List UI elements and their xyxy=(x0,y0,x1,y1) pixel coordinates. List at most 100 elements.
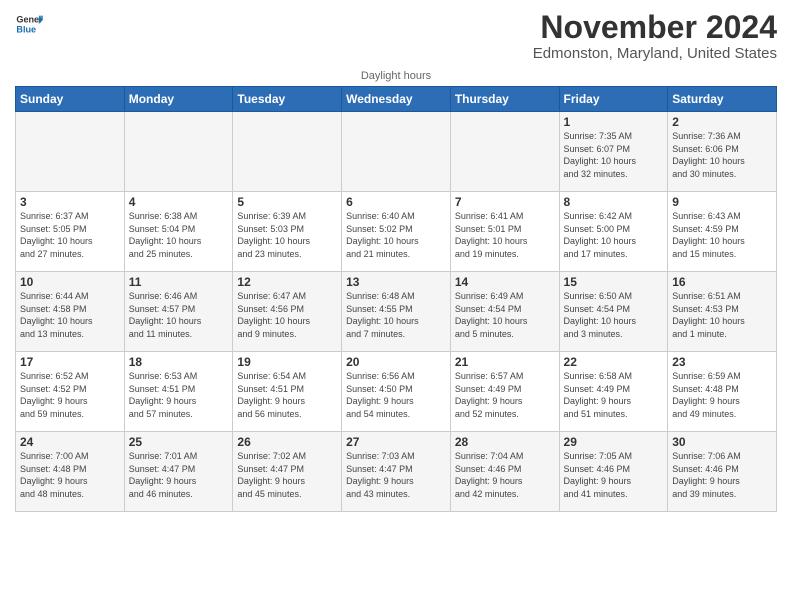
day-info: Sunrise: 6:56 AM Sunset: 4:50 PM Dayligh… xyxy=(346,370,446,420)
logo: General Blue xyxy=(15,10,43,38)
day-info: Sunrise: 6:43 AM Sunset: 4:59 PM Dayligh… xyxy=(672,210,772,260)
calendar-cell: 4Sunrise: 6:38 AM Sunset: 5:04 PM Daylig… xyxy=(124,192,233,272)
day-info: Sunrise: 6:39 AM Sunset: 5:03 PM Dayligh… xyxy=(237,210,337,260)
calendar-cell: 17Sunrise: 6:52 AM Sunset: 4:52 PM Dayli… xyxy=(16,352,125,432)
calendar-cell: 12Sunrise: 6:47 AM Sunset: 4:56 PM Dayli… xyxy=(233,272,342,352)
day-number: 25 xyxy=(129,435,229,449)
day-info: Sunrise: 6:48 AM Sunset: 4:55 PM Dayligh… xyxy=(346,290,446,340)
calendar-week-2: 10Sunrise: 6:44 AM Sunset: 4:58 PM Dayli… xyxy=(16,272,777,352)
day-info: Sunrise: 7:06 AM Sunset: 4:46 PM Dayligh… xyxy=(672,450,772,500)
day-info: Sunrise: 7:02 AM Sunset: 4:47 PM Dayligh… xyxy=(237,450,337,500)
day-number: 20 xyxy=(346,355,446,369)
day-number: 18 xyxy=(129,355,229,369)
day-number: 8 xyxy=(564,195,664,209)
calendar-cell xyxy=(233,112,342,192)
calendar-cell: 13Sunrise: 6:48 AM Sunset: 4:55 PM Dayli… xyxy=(342,272,451,352)
day-info: Sunrise: 6:53 AM Sunset: 4:51 PM Dayligh… xyxy=(129,370,229,420)
calendar-week-0: 1Sunrise: 7:35 AM Sunset: 6:07 PM Daylig… xyxy=(16,112,777,192)
day-info: Sunrise: 7:05 AM Sunset: 4:46 PM Dayligh… xyxy=(564,450,664,500)
day-info: Sunrise: 7:03 AM Sunset: 4:47 PM Dayligh… xyxy=(346,450,446,500)
calendar-week-1: 3Sunrise: 6:37 AM Sunset: 5:05 PM Daylig… xyxy=(16,192,777,272)
day-number: 19 xyxy=(237,355,337,369)
calendar-cell xyxy=(16,112,125,192)
day-number: 11 xyxy=(129,275,229,289)
calendar-cell: 3Sunrise: 6:37 AM Sunset: 5:05 PM Daylig… xyxy=(16,192,125,272)
calendar-cell: 20Sunrise: 6:56 AM Sunset: 4:50 PM Dayli… xyxy=(342,352,451,432)
day-number: 2 xyxy=(672,115,772,129)
day-info: Sunrise: 7:00 AM Sunset: 4:48 PM Dayligh… xyxy=(20,450,120,500)
calendar-cell: 29Sunrise: 7:05 AM Sunset: 4:46 PM Dayli… xyxy=(559,432,668,512)
day-info: Sunrise: 7:35 AM Sunset: 6:07 PM Dayligh… xyxy=(564,130,664,180)
day-number: 24 xyxy=(20,435,120,449)
day-info: Sunrise: 6:57 AM Sunset: 4:49 PM Dayligh… xyxy=(455,370,555,420)
col-sunday: Sunday xyxy=(16,87,125,112)
calendar-cell: 18Sunrise: 6:53 AM Sunset: 4:51 PM Dayli… xyxy=(124,352,233,432)
calendar-cell: 23Sunrise: 6:59 AM Sunset: 4:48 PM Dayli… xyxy=(668,352,777,432)
calendar-table: Sunday Monday Tuesday Wednesday Thursday… xyxy=(15,86,777,512)
day-info: Sunrise: 6:44 AM Sunset: 4:58 PM Dayligh… xyxy=(20,290,120,340)
day-number: 3 xyxy=(20,195,120,209)
svg-text:Blue: Blue xyxy=(16,24,36,34)
day-number: 22 xyxy=(564,355,664,369)
col-monday: Monday xyxy=(124,87,233,112)
calendar-cell: 2Sunrise: 7:36 AM Sunset: 6:06 PM Daylig… xyxy=(668,112,777,192)
day-number: 23 xyxy=(672,355,772,369)
day-info: Sunrise: 6:52 AM Sunset: 4:52 PM Dayligh… xyxy=(20,370,120,420)
day-info: Sunrise: 7:36 AM Sunset: 6:06 PM Dayligh… xyxy=(672,130,772,180)
day-info: Sunrise: 6:50 AM Sunset: 4:54 PM Dayligh… xyxy=(564,290,664,340)
calendar-cell: 30Sunrise: 7:06 AM Sunset: 4:46 PM Dayli… xyxy=(668,432,777,512)
calendar-week-4: 24Sunrise: 7:00 AM Sunset: 4:48 PM Dayli… xyxy=(16,432,777,512)
calendar-cell: 21Sunrise: 6:57 AM Sunset: 4:49 PM Dayli… xyxy=(450,352,559,432)
day-number: 28 xyxy=(455,435,555,449)
calendar-week-3: 17Sunrise: 6:52 AM Sunset: 4:52 PM Dayli… xyxy=(16,352,777,432)
subtitle: Edmonston, Maryland, United States xyxy=(533,45,777,62)
day-info: Sunrise: 6:42 AM Sunset: 5:00 PM Dayligh… xyxy=(564,210,664,260)
day-info: Sunrise: 6:49 AM Sunset: 4:54 PM Dayligh… xyxy=(455,290,555,340)
daylight-note: Daylight hours xyxy=(15,70,777,82)
calendar-cell: 19Sunrise: 6:54 AM Sunset: 4:51 PM Dayli… xyxy=(233,352,342,432)
day-number: 15 xyxy=(564,275,664,289)
calendar-cell: 28Sunrise: 7:04 AM Sunset: 4:46 PM Dayli… xyxy=(450,432,559,512)
calendar-cell xyxy=(342,112,451,192)
day-number: 9 xyxy=(672,195,772,209)
day-number: 6 xyxy=(346,195,446,209)
calendar-cell xyxy=(124,112,233,192)
calendar-cell: 8Sunrise: 6:42 AM Sunset: 5:00 PM Daylig… xyxy=(559,192,668,272)
calendar-cell: 5Sunrise: 6:39 AM Sunset: 5:03 PM Daylig… xyxy=(233,192,342,272)
header: General Blue November 2024 Edmonston, Ma… xyxy=(15,10,777,62)
day-number: 13 xyxy=(346,275,446,289)
day-number: 17 xyxy=(20,355,120,369)
calendar-cell: 11Sunrise: 6:46 AM Sunset: 4:57 PM Dayli… xyxy=(124,272,233,352)
col-wednesday: Wednesday xyxy=(342,87,451,112)
day-number: 30 xyxy=(672,435,772,449)
title-block: November 2024 Edmonston, Maryland, Unite… xyxy=(533,10,777,62)
calendar-cell: 7Sunrise: 6:41 AM Sunset: 5:01 PM Daylig… xyxy=(450,192,559,272)
day-number: 7 xyxy=(455,195,555,209)
calendar-cell: 15Sunrise: 6:50 AM Sunset: 4:54 PM Dayli… xyxy=(559,272,668,352)
main-title: November 2024 xyxy=(533,10,777,45)
calendar-cell: 26Sunrise: 7:02 AM Sunset: 4:47 PM Dayli… xyxy=(233,432,342,512)
day-info: Sunrise: 6:51 AM Sunset: 4:53 PM Dayligh… xyxy=(672,290,772,340)
calendar-cell: 9Sunrise: 6:43 AM Sunset: 4:59 PM Daylig… xyxy=(668,192,777,272)
calendar-cell: 16Sunrise: 6:51 AM Sunset: 4:53 PM Dayli… xyxy=(668,272,777,352)
day-number: 16 xyxy=(672,275,772,289)
calendar-cell: 1Sunrise: 7:35 AM Sunset: 6:07 PM Daylig… xyxy=(559,112,668,192)
day-number: 5 xyxy=(237,195,337,209)
header-row: Sunday Monday Tuesday Wednesday Thursday… xyxy=(16,87,777,112)
day-number: 4 xyxy=(129,195,229,209)
day-info: Sunrise: 6:59 AM Sunset: 4:48 PM Dayligh… xyxy=(672,370,772,420)
calendar-cell: 10Sunrise: 6:44 AM Sunset: 4:58 PM Dayli… xyxy=(16,272,125,352)
day-info: Sunrise: 6:58 AM Sunset: 4:49 PM Dayligh… xyxy=(564,370,664,420)
day-info: Sunrise: 6:40 AM Sunset: 5:02 PM Dayligh… xyxy=(346,210,446,260)
day-info: Sunrise: 6:47 AM Sunset: 4:56 PM Dayligh… xyxy=(237,290,337,340)
day-number: 10 xyxy=(20,275,120,289)
col-friday: Friday xyxy=(559,87,668,112)
col-thursday: Thursday xyxy=(450,87,559,112)
day-number: 26 xyxy=(237,435,337,449)
calendar-cell: 22Sunrise: 6:58 AM Sunset: 4:49 PM Dayli… xyxy=(559,352,668,432)
calendar-cell: 25Sunrise: 7:01 AM Sunset: 4:47 PM Dayli… xyxy=(124,432,233,512)
day-info: Sunrise: 6:54 AM Sunset: 4:51 PM Dayligh… xyxy=(237,370,337,420)
col-tuesday: Tuesday xyxy=(233,87,342,112)
day-info: Sunrise: 6:38 AM Sunset: 5:04 PM Dayligh… xyxy=(129,210,229,260)
day-number: 21 xyxy=(455,355,555,369)
